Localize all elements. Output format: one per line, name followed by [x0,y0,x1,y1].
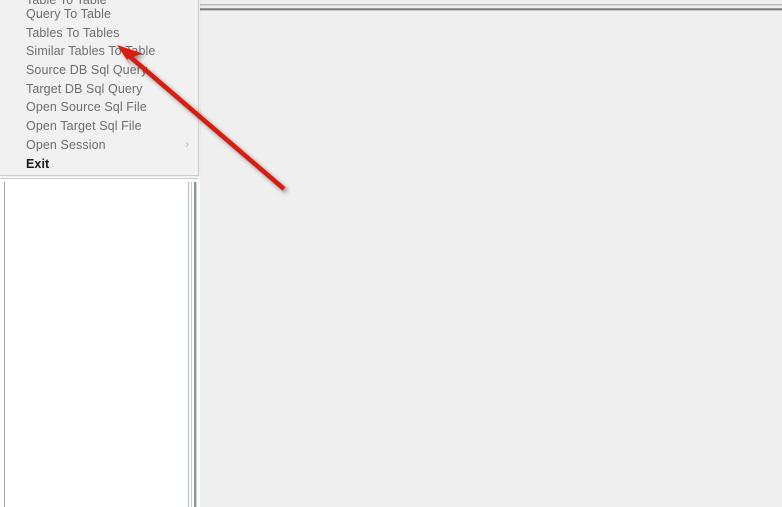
menu-item-open-target-sql-file[interactable]: Open Target Sql File [0,117,198,136]
menu-item-label: Tables To Tables [26,25,120,40]
menu-item-similar-tables-to-table[interactable]: Similar Tables To Table [0,42,198,61]
main-popup-menu[interactable]: Table To Table Query To Table Tables To … [0,0,199,176]
menu-item-label: Source DB Sql Query [26,63,148,78]
left-list-panel-top-edge [0,178,198,179]
menu-item-target-db-sql-query[interactable]: Target DB Sql Query [0,80,198,99]
menu-item-label: Open Source Sql File [26,100,147,115]
menu-item-tables-to-tables[interactable]: Tables To Tables [0,24,198,43]
menu-item-label: Query To Table [26,7,112,21]
menu-item-open-session[interactable]: Open Session › [0,136,198,155]
menu-item-list: Table To Table Query To Table Tables To … [0,0,198,173]
left-list-vertical-scrollbar[interactable] [187,182,198,507]
content-panel-top-border-2 [200,5,782,6]
menu-item-label: Open Target Sql File [26,119,142,134]
menu-item-label: Exit [26,156,50,171]
menu-item-query-to-table[interactable]: Query To Table [0,5,198,24]
chevron-right-icon: › [185,138,189,150]
main-content-surface[interactable] [200,11,782,507]
menu-item-label: Target DB Sql Query [26,81,143,96]
menu-item-label: Open Session [26,137,106,152]
scrollbar-edge-line-2 [191,182,192,507]
menu-item-open-source-sql-file[interactable]: Open Source Sql File [0,98,198,117]
menu-item-label: Similar Tables To Table [26,44,156,59]
scrollbar-edge-line-1 [188,182,189,507]
menu-item-exit[interactable]: Exit [0,155,198,174]
application-window: Table To Table Query To Table Tables To … [0,0,782,507]
menu-item-source-db-sql-query[interactable]: Source DB Sql Query [0,61,198,80]
scrollbar-edge-line-3 [196,182,197,507]
left-list-panel[interactable] [4,182,187,507]
